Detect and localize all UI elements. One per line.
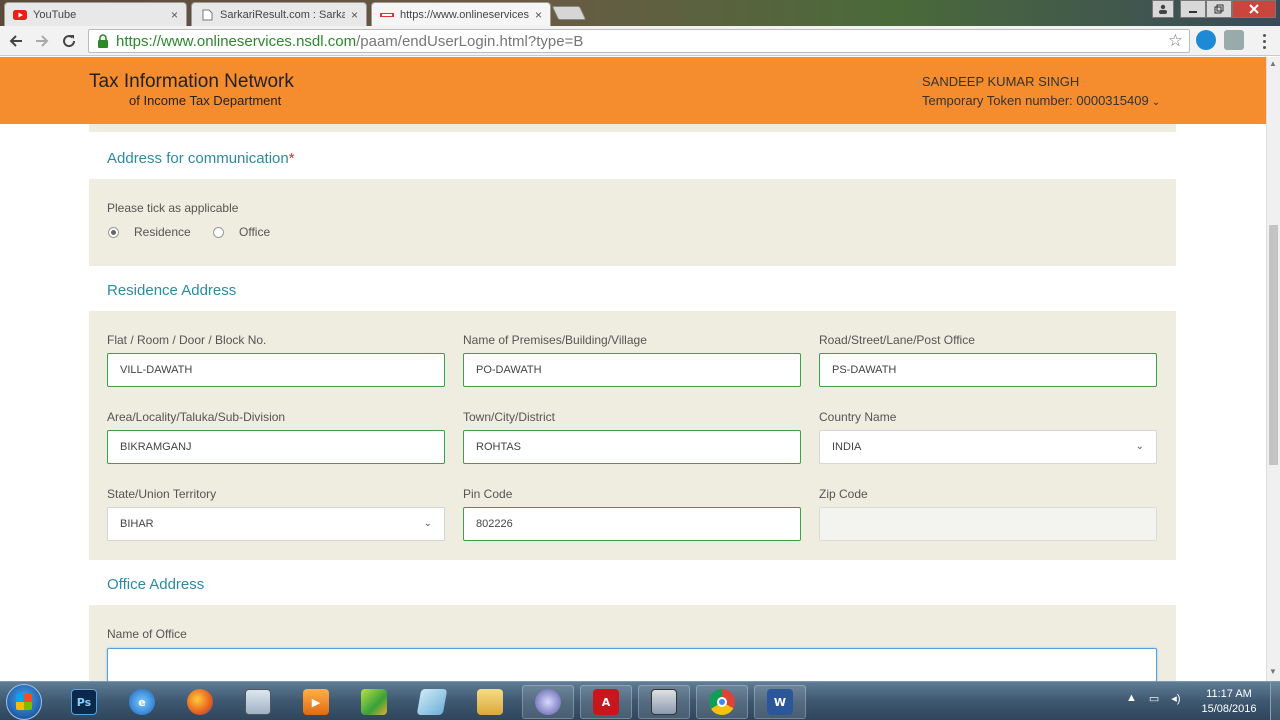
zip-code-input[interactable] [819,507,1157,541]
reload-icon [63,35,76,48]
brand-subtitle: of Income Tax Department [129,93,282,108]
chrome-icon [709,689,735,715]
app-icon [535,689,561,715]
restore-icon[interactable] [1206,0,1232,18]
network-icon[interactable]: ▭ [1149,692,1159,705]
firefox-icon [187,689,213,715]
show-desktop-button[interactable] [1270,682,1280,720]
nsdl-icon [380,12,394,17]
office-name-input[interactable] [107,648,1157,681]
arrow-left-icon [9,35,22,47]
taskbar-notepad[interactable] [406,685,458,719]
taskbar-explorer[interactable] [464,685,516,719]
instruction-text: Please tick as applicable [107,201,239,215]
scroll-down-icon[interactable]: ▼ [1269,667,1277,676]
photoshop-icon: Ps [71,689,97,715]
extension-icon[interactable] [1224,30,1244,50]
arrow-right-icon [36,35,49,47]
tab-close-icon[interactable]: × [171,8,178,22]
taskbar-acrobat[interactable]: A [580,685,632,719]
country-select[interactable]: INDIA ⌄ [819,430,1157,464]
taskbar-firefox[interactable] [174,685,226,719]
chevron-down-icon: ⌄ [1135,441,1144,452]
communication-panel: Please tick as applicable Residence Offi… [89,179,1176,266]
tab-nsdl[interactable]: https://www.onlineservices × [371,2,551,26]
forward-button[interactable] [31,30,53,52]
brand-title: Tax Information Network [89,71,294,92]
tab-close-icon[interactable]: × [351,8,358,22]
area-locality-input[interactable]: BIKRAMGANJ [107,430,445,464]
page-viewport: Tax Information Network of Income Tax De… [0,57,1266,681]
folder-icon [477,689,503,715]
minimize-icon[interactable] [1180,0,1206,18]
acrobat-icon: A [593,689,619,715]
site-header: Tax Information Network of Income Tax De… [0,57,1266,124]
word-icon: W [767,689,793,715]
pin-code-input[interactable]: 802226 [463,507,801,541]
office-panel: Name of Office [89,605,1176,681]
internet-explorer-icon: e [129,689,155,715]
chevron-down-icon: ⌄ [1151,97,1161,108]
start-button[interactable] [6,684,42,720]
flat-no-input[interactable]: VILL-DAWATH [107,353,445,387]
calculator-icon [245,689,271,715]
taskbar-video-editor[interactable] [638,685,690,719]
user-profile-icon[interactable] [1152,0,1174,18]
chevron-down-icon: ⌄ [423,518,432,529]
radio-checked-icon [108,226,119,238]
lock-icon [98,34,108,48]
url-text: https://www.onlineservices.nsdl.com/paam… [116,32,584,50]
reload-button[interactable] [58,30,80,52]
system-clock[interactable]: 11:17 AM 15/08/2016 [1192,687,1266,717]
taskbar-app[interactable] [522,685,574,719]
browser-tab-bar: YouTube × SarkariResult.com : Sarkari × … [0,0,1280,26]
taskbar-calculator[interactable] [232,685,284,719]
taskbar-internet-explorer[interactable]: e [116,685,168,719]
scroll-up-icon[interactable]: ▲ [1269,59,1277,68]
notepad-icon [416,689,448,715]
residence-panel: Flat / Room / Door / Block No. VILL-DAWA… [89,311,1176,560]
token-dropdown[interactable]: Temporary Token number: 0000315409 ⌄ [922,93,1160,108]
window-close-icon[interactable] [1232,0,1276,18]
browser-menu-button[interactable] [1256,32,1272,50]
radio-unchecked-icon [213,226,224,238]
system-tray: ▲ ▭ ◂) [1126,692,1180,705]
scrollbar-thumb[interactable] [1269,225,1278,465]
radio-office[interactable]: Office [213,225,270,239]
user-name: SANDEEP KUMAR SINGH [922,74,1080,89]
bookmark-star-icon[interactable]: ☆ [1168,31,1183,51]
page-scrollbar[interactable]: ▲ ▼ [1266,57,1280,681]
taskbar: Ps e ▶ A W ▲ ▭ ◂) 11:17 AM 15/08/2016 [0,681,1280,720]
taskbar-photoshop[interactable]: Ps [58,685,110,719]
taskbar-chrome[interactable] [696,685,748,719]
youtube-icon [13,9,27,20]
media-player-icon: ▶ [303,689,329,715]
radio-residence[interactable]: Residence [108,225,191,239]
back-button[interactable] [5,30,27,52]
taskbar-bluestacks[interactable] [348,685,400,719]
road-street-input[interactable]: PS-DAWATH [819,353,1157,387]
taskbar-word[interactable]: W [754,685,806,719]
new-tab-button[interactable] [551,6,587,20]
tab-close-icon[interactable]: × [535,8,542,22]
extension-icon[interactable] [1196,30,1216,50]
bluestacks-icon [361,689,387,715]
premises-input[interactable]: PO-DAWATH [463,353,801,387]
section-title-office: Office Address [107,576,205,593]
section-strip [89,124,1176,132]
browser-toolbar: https://www.onlineservices.nsdl.com/paam… [0,26,1280,56]
section-title-residence: Residence Address [107,282,237,299]
state-select[interactable]: BIHAR ⌄ [107,507,445,541]
video-editor-icon [651,689,677,715]
section-title-communication: Address for communication* [107,150,295,167]
form-content: Address for communication* Please tick a… [89,124,1176,681]
tab-sarkariresult[interactable]: SarkariResult.com : Sarkari × [191,2,367,26]
address-bar[interactable]: https://www.onlineservices.nsdl.com/paam… [88,29,1190,53]
taskbar-media-player[interactable]: ▶ [290,685,342,719]
volume-icon[interactable]: ◂) [1171,692,1180,705]
page-icon [202,9,213,20]
town-city-input[interactable]: ROHTAS [463,430,801,464]
tab-youtube[interactable]: YouTube × [4,2,187,26]
tray-expand-icon[interactable]: ▲ [1126,692,1137,705]
